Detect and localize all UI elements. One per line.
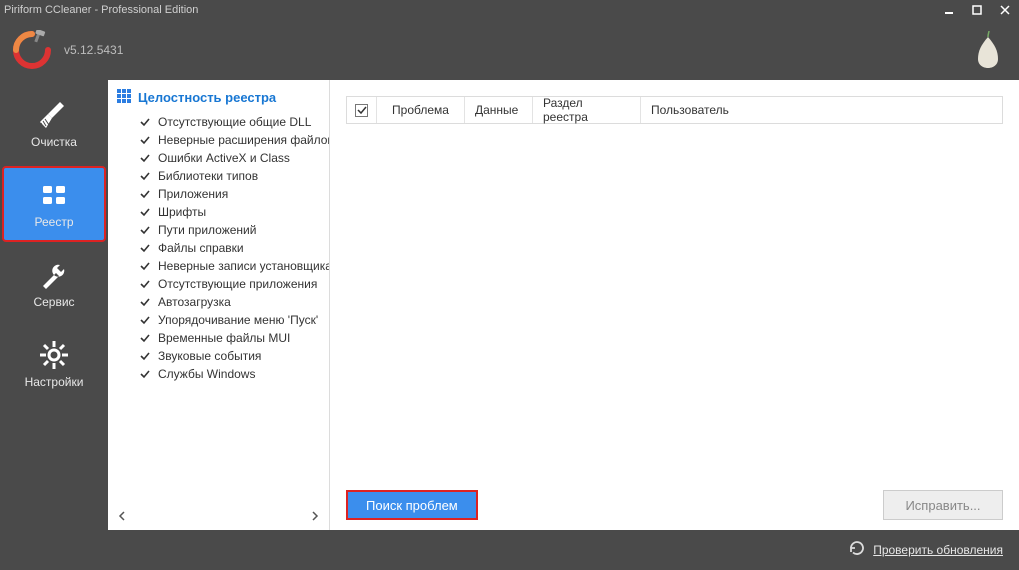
checkmark-icon [140, 135, 150, 145]
scroll-left-icon[interactable] [114, 508, 130, 524]
results-table: Проблема Данные Раздел реестра Пользоват… [346, 96, 1003, 124]
checkmark-icon [140, 315, 150, 325]
checklist-item-label: Библиотеки типов [158, 169, 258, 183]
scan-button[interactable]: Поиск проблем [346, 490, 478, 520]
checklist-item-label: Ошибки ActiveX и Class [158, 151, 290, 165]
checklist-item-label: Шрифты [158, 205, 206, 219]
app-header: v5.12.5431 [0, 20, 1019, 80]
column-section[interactable]: Раздел реестра [533, 97, 641, 123]
checkmark-icon [140, 351, 150, 361]
version-label: v5.12.5431 [64, 43, 975, 57]
select-all-checkbox[interactable] [355, 104, 368, 117]
checkmark-icon [140, 117, 150, 127]
checklist-item[interactable]: Пути приложений [116, 221, 329, 239]
checklist-item[interactable]: Библиотеки типов [116, 167, 329, 185]
checklist-title-text: Целостность реестра [138, 90, 276, 105]
window-controls [935, 0, 1019, 20]
checkmark-icon [140, 243, 150, 253]
checklist-item-label: Звуковые события [158, 349, 261, 363]
column-user[interactable]: Пользователь [641, 97, 751, 123]
checklist-item[interactable]: Приложения [116, 185, 329, 203]
checkmark-icon [140, 207, 150, 217]
checkmark-icon [140, 153, 150, 163]
checklist-item-label: Службы Windows [158, 367, 255, 381]
main-area: Очистка Реестр Сервис Настройк [0, 80, 1019, 530]
wrench-icon [38, 259, 70, 291]
checklist-item-label: Автозагрузка [158, 295, 231, 309]
checklist-item-label: Отсутствующие общие DLL [158, 115, 311, 129]
checklist-item[interactable]: Неверные расширения файлов [116, 131, 329, 149]
table-header-row: Проблема Данные Раздел реестра Пользоват… [347, 97, 1002, 123]
checkmark-icon [140, 333, 150, 343]
checklist-item-label: Неверные записи установщика [158, 259, 329, 273]
sidebar-item-label: Сервис [33, 295, 74, 309]
checklist-item[interactable]: Упорядочивание меню 'Пуск' [116, 311, 329, 329]
broom-icon [38, 99, 70, 131]
window-title: Piriform CCleaner - Professional Edition [4, 4, 935, 16]
apps-grid-icon [116, 88, 132, 107]
checklist-item[interactable]: Звуковые события [116, 347, 329, 365]
checklist-item-label: Временные файлы MUI [158, 331, 290, 345]
checklist-item-label: Приложения [158, 187, 228, 201]
content-area: Проблема Данные Раздел реестра Пользоват… [330, 80, 1019, 530]
column-spacer [751, 97, 1002, 123]
checklist-item[interactable]: Неверные записи установщика [116, 257, 329, 275]
checkmark-icon [140, 171, 150, 181]
checklist-item[interactable]: Временные файлы MUI [116, 329, 329, 347]
refresh-icon [849, 540, 865, 561]
checklist-section-title: Целостность реестра [116, 88, 329, 107]
column-data[interactable]: Данные [465, 97, 533, 123]
sidebar-item-cleaner[interactable]: Очистка [4, 88, 104, 160]
checkmark-icon [140, 189, 150, 199]
checklist-item[interactable]: Автозагрузка [116, 293, 329, 311]
checklist-item[interactable]: Службы Windows [116, 365, 329, 383]
piriform-icon [975, 31, 1001, 69]
column-problem[interactable]: Проблема [377, 97, 465, 123]
checkmark-icon [140, 297, 150, 307]
scroll-right-icon[interactable] [307, 508, 323, 524]
fix-button[interactable]: Исправить... [883, 490, 1003, 520]
minimize-button[interactable] [935, 0, 963, 20]
checklist-item-label: Файлы справки [158, 241, 244, 255]
footer-bar: Проверить обновления [0, 530, 1019, 570]
checkmark-icon [140, 225, 150, 235]
checklist-item-label: Отсутствующие приложения [158, 277, 317, 291]
sidebar: Очистка Реестр Сервис Настройк [0, 80, 108, 530]
registry-checklist-panel: Целостность реестра Отсутствующие общие … [108, 80, 330, 530]
column-checkbox[interactable] [347, 97, 377, 123]
horizontal-scrollbar[interactable] [114, 508, 323, 524]
gear-icon [38, 339, 70, 371]
sidebar-item-registry[interactable]: Реестр [4, 168, 104, 240]
sidebar-item-label: Реестр [35, 215, 74, 229]
check-updates-link[interactable]: Проверить обновления [873, 543, 1003, 557]
sidebar-item-tools[interactable]: Сервис [4, 248, 104, 320]
checklist-item-label: Упорядочивание меню 'Пуск' [158, 313, 318, 327]
sidebar-item-label: Очистка [31, 135, 77, 149]
apps-grid-icon [38, 179, 70, 211]
sidebar-item-label: Настройки [25, 375, 84, 389]
close-button[interactable] [991, 0, 1019, 20]
app-logo-icon [12, 30, 52, 70]
checklist-item[interactable]: Отсутствующие приложения [116, 275, 329, 293]
checklist-item[interactable]: Ошибки ActiveX и Class [116, 149, 329, 167]
checklist-item[interactable]: Отсутствующие общие DLL [116, 113, 329, 131]
action-buttons-row: Поиск проблем Исправить... [346, 480, 1003, 520]
checklist-item-label: Пути приложений [158, 223, 256, 237]
checkmark-icon [140, 279, 150, 289]
title-bar: Piriform CCleaner - Professional Edition [0, 0, 1019, 20]
checkmark-icon [140, 369, 150, 379]
checklist-item[interactable]: Файлы справки [116, 239, 329, 257]
checklist-item-label: Неверные расширения файлов [158, 133, 329, 147]
maximize-button[interactable] [963, 0, 991, 20]
sidebar-item-options[interactable]: Настройки [4, 328, 104, 400]
checklist-item[interactable]: Шрифты [116, 203, 329, 221]
checkmark-icon [140, 261, 150, 271]
